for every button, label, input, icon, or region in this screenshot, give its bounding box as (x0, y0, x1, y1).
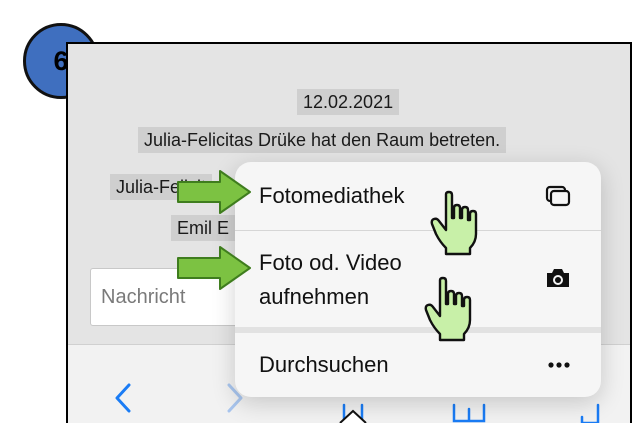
tabs-icon[interactable] (576, 403, 606, 423)
hand-cursor-icon (424, 276, 472, 342)
camera-icon (547, 269, 569, 287)
take-photo-label-line2: aufnehmen (259, 284, 370, 309)
photo-library-label: Fotomediathek (259, 183, 405, 208)
hand-cursor-icon (430, 190, 478, 256)
partial-message-2: Emil E (171, 215, 236, 241)
pointer-arrow-icon (177, 170, 251, 214)
menu-pointer-caret (339, 409, 367, 423)
bookmarks-icon[interactable] (451, 403, 487, 423)
more-icon (548, 362, 570, 368)
pointer-arrow-icon (177, 246, 251, 290)
menu-item-photo-library[interactable]: Fotomediathek (235, 162, 601, 230)
room-join-message: Julia-Felicitas Drüke hat den Raum betre… (138, 127, 507, 153)
photo-library-icon (545, 185, 571, 207)
back-icon[interactable] (114, 383, 132, 413)
menu-item-browse[interactable]: Durchsuchen (235, 333, 601, 397)
take-photo-label-line1: Foto od. Video (259, 250, 402, 275)
date-label: 12.02.2021 (297, 89, 400, 115)
menu-item-take-photo-video[interactable]: Foto od. Video aufnehmen (235, 231, 601, 327)
browse-label: Durchsuchen (259, 352, 389, 377)
attachment-menu: Fotomediathek Foto od. Video aufnehmen D… (235, 162, 601, 397)
screenshot-frame: 12.02.2021 Julia-Felicitas Drüke hat den… (66, 42, 632, 423)
message-placeholder: Nachricht (101, 286, 186, 308)
